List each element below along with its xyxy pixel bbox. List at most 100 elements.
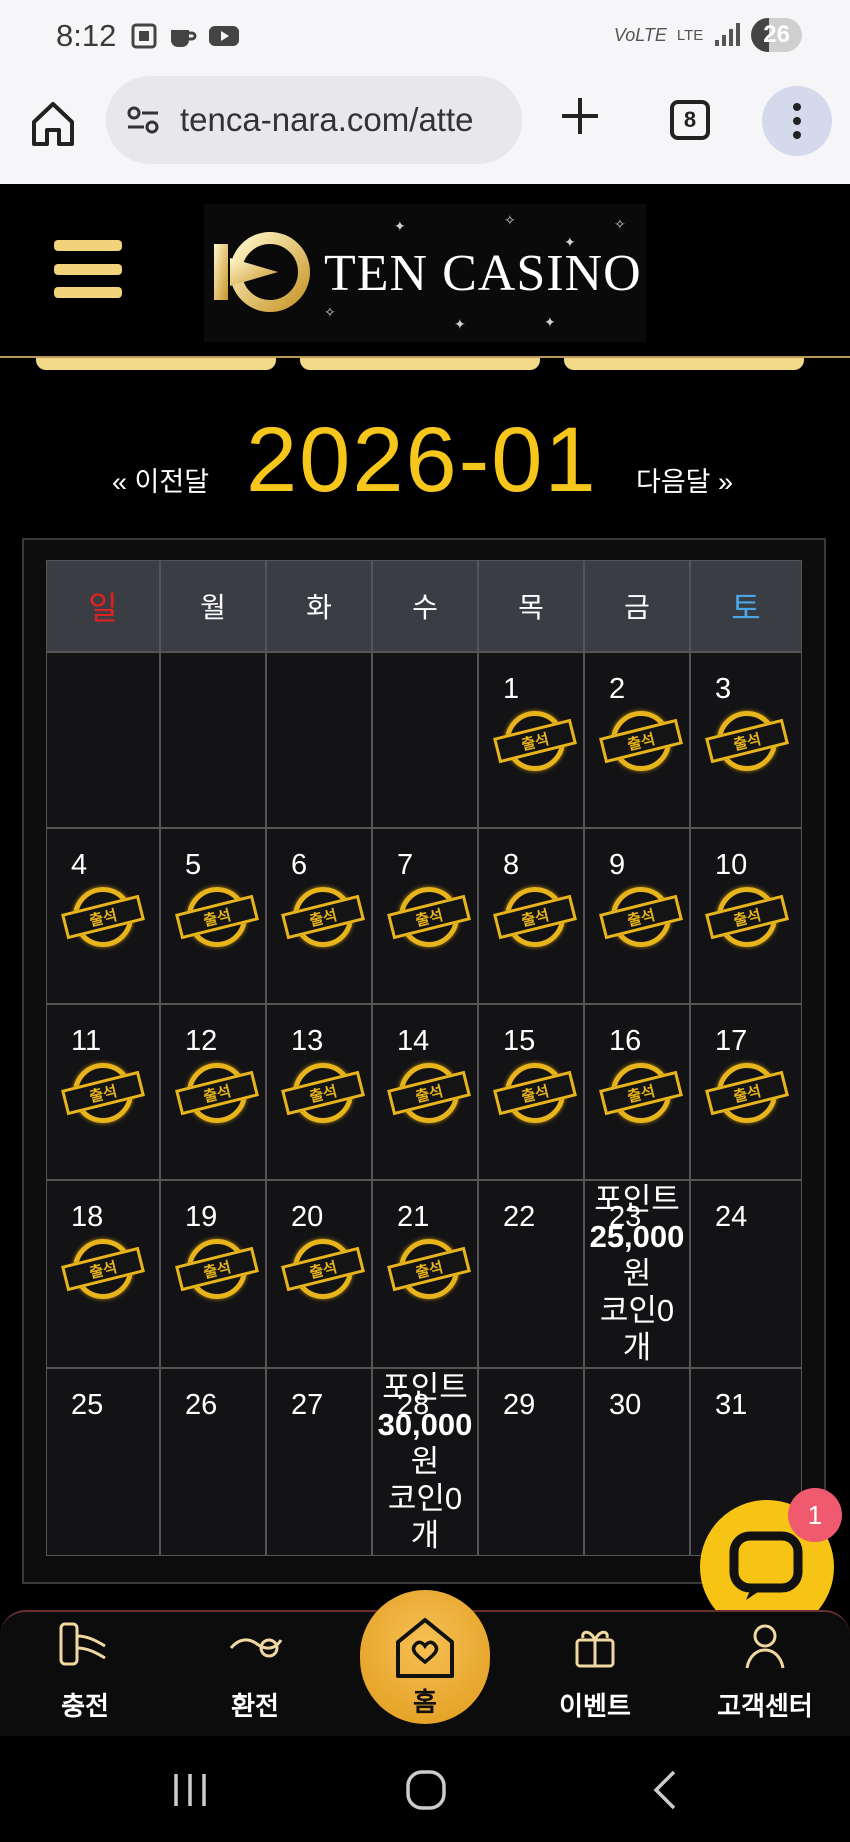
deposit-icon [59, 1622, 106, 1666]
calendar-day-cell[interactable]: 20 출석 [266, 1180, 372, 1368]
calendar-day-cell[interactable]: 10 출석 [690, 828, 802, 1004]
address-bar[interactable]: tenca-nara.com/atte [106, 76, 522, 164]
calendar-day-cell[interactable]: 2 출석 [584, 652, 690, 828]
day-number: 13 [291, 1025, 324, 1057]
weekday-label: 화 [266, 560, 372, 652]
site-settings-icon[interactable] [126, 105, 160, 135]
calendar-day-cell[interactable]: 5 출석 [160, 828, 266, 1004]
site-logo[interactable]: TEN CASINO ✦ ✧ ✦ ✧ ✦ ✧ ✦ [204, 204, 646, 342]
back-icon[interactable] [636, 1762, 696, 1818]
recent-apps-icon[interactable] [160, 1762, 220, 1818]
calendar-week-row: 11 출석 12 출석 13 출석 14 출석 15 출석 16 출석 17 출석 [46, 1004, 804, 1180]
attendance-stamp-icon: 출석 [281, 1237, 365, 1303]
chat-badge: 1 [788, 1488, 842, 1542]
day-number: 18 [71, 1201, 104, 1233]
attendance-stamp-icon: 출석 [281, 885, 365, 951]
reward-line: 개 [410, 1518, 440, 1553]
nav-exchange[interactable]: 환전 [180, 1612, 330, 1738]
calendar-day-cell[interactable]: 25 [46, 1368, 160, 1556]
nav-home[interactable]: 홈 [360, 1590, 490, 1724]
day-number: 20 [291, 1201, 324, 1233]
sparkle-icon: ✦ [394, 218, 406, 234]
nav-event[interactable]: 이벤트 [520, 1612, 670, 1738]
calendar-day-cell[interactable]: 19 출석 [160, 1180, 266, 1368]
calendar-day-cell[interactable]: 24 [690, 1180, 802, 1368]
attendance-stamp-icon: 출석 [493, 1061, 577, 1127]
attendance-stamp-icon: 출석 [599, 709, 683, 775]
calendar-day-cell[interactable]: 1 출석 [478, 652, 584, 828]
calendar-day-cell[interactable]: 15 출석 [478, 1004, 584, 1180]
gift-icon [575, 1630, 615, 1668]
day-number: 1 [503, 673, 520, 705]
tab-switcher-button[interactable]: 8 [670, 100, 710, 140]
reward-line: 30,000 [377, 1407, 473, 1442]
sparkle-icon: ✦ [564, 234, 576, 250]
sparkle-icon: ✧ [614, 216, 626, 232]
sparkle-icon: ✧ [504, 212, 516, 228]
home-heart-icon [396, 1618, 454, 1678]
calendar-day-cell[interactable]: 26 [160, 1368, 266, 1556]
calendar-day-cell[interactable]: 11 출석 [46, 1004, 160, 1180]
home-circle-icon[interactable] [396, 1762, 456, 1818]
month-navigation: « 이전달 2026-01 다음달 » [0, 400, 850, 511]
tab-stub[interactable] [36, 358, 276, 370]
browser-toolbar: tenca-nara.com/atte 8 [0, 76, 850, 184]
attendance-stamp-icon: 출석 [705, 709, 789, 775]
weekday-label: 목 [478, 560, 584, 652]
attendance-stamp-icon: 출석 [599, 1061, 683, 1127]
calendar-day-cell[interactable]: 9 출석 [584, 828, 690, 1004]
calendar-day-cell[interactable]: 17 출석 [690, 1004, 802, 1180]
youtube-icon [209, 26, 239, 46]
new-tab-icon[interactable] [556, 92, 604, 140]
calendar-day-cell[interactable]: 12 출석 [160, 1004, 266, 1180]
calendar-day-cell[interactable]: 29 [478, 1368, 584, 1556]
calendar-day-cell[interactable]: 16 출석 [584, 1004, 690, 1180]
sparkle-icon: ✦ [544, 314, 556, 330]
calendar-day-cell[interactable]: 6 출석 [266, 828, 372, 1004]
calendar-week-row: 25 26 27 28 포인트 30,000 원 코인0 개 29 30 31 [46, 1368, 804, 1556]
calendar-day-cell[interactable]: 28 포인트 30,000 원 코인0 개 [372, 1368, 478, 1556]
calendar-day-cell[interactable]: 13 출석 [266, 1004, 372, 1180]
logo-text: TEN CASINO [324, 244, 642, 302]
calendar-day-cell[interactable]: 30 [584, 1368, 690, 1556]
reward-info: 포인트 30,000 원 코인0 개 [373, 1369, 477, 1554]
url-text[interactable]: tenca-nara.com/atte [180, 101, 510, 139]
calendar-day-cell[interactable]: 21 출석 [372, 1180, 478, 1368]
calendar-day-cell[interactable]: 18 출석 [46, 1180, 160, 1368]
attendance-stamp-icon: 출석 [281, 1061, 365, 1127]
calendar-day-cell[interactable]: 4 출석 [46, 828, 160, 1004]
nav-charge[interactable]: 충전 [10, 1612, 160, 1738]
day-number: 27 [291, 1389, 324, 1421]
attendance-stamp-icon: 출석 [493, 885, 577, 951]
support-icon [745, 1624, 785, 1669]
day-number: 4 [71, 849, 88, 881]
calendar-day-cell[interactable]: 27 [266, 1368, 372, 1556]
signal-icon [715, 23, 741, 46]
calendar-day-cell[interactable]: 3 출석 [690, 652, 802, 828]
status-bar: 8:12 VoLTE LTE 26 [0, 0, 850, 76]
tab-stubs [0, 358, 850, 372]
calendar-day-cell[interactable]: 8 출석 [478, 828, 584, 1004]
browser-menu-button[interactable] [762, 86, 832, 156]
nav-support[interactable]: 고객센터 [690, 1612, 840, 1738]
tab-stub[interactable] [300, 358, 540, 370]
reward-line: 포인트 [594, 1182, 680, 1217]
calendar-day-cell[interactable]: 14 출석 [372, 1004, 478, 1180]
hamburger-menu-icon[interactable] [54, 240, 122, 298]
attendance-stamp-icon: 출석 [705, 1061, 789, 1127]
day-number: 17 [715, 1025, 748, 1057]
day-number: 3 [715, 673, 732, 705]
attendance-stamp-icon: 출석 [599, 885, 683, 951]
calendar-week-row: 18 출석 19 출석 20 출석 21 출석 22 23 포인트 25,000 원 코인0 개 24 [46, 1180, 804, 1368]
prev-month-link[interactable]: « 이전달 [112, 460, 209, 499]
nav-home-label: 홈 [413, 1687, 437, 1717]
tab-stub[interactable] [564, 358, 804, 370]
nav-exchange-label: 환전 [231, 1691, 279, 1721]
next-month-link[interactable]: 다음달 » [636, 460, 733, 499]
attendance-stamp-icon: 출석 [175, 1061, 259, 1127]
calendar-day-cell[interactable]: 23 포인트 25,000 원 코인0 개 [584, 1180, 690, 1368]
calendar-day-cell[interactable]: 22 [478, 1180, 584, 1368]
attendance-stamp-icon: 출석 [61, 1061, 145, 1127]
home-icon[interactable] [28, 98, 78, 148]
calendar-day-cell[interactable]: 7 출석 [372, 828, 478, 1004]
